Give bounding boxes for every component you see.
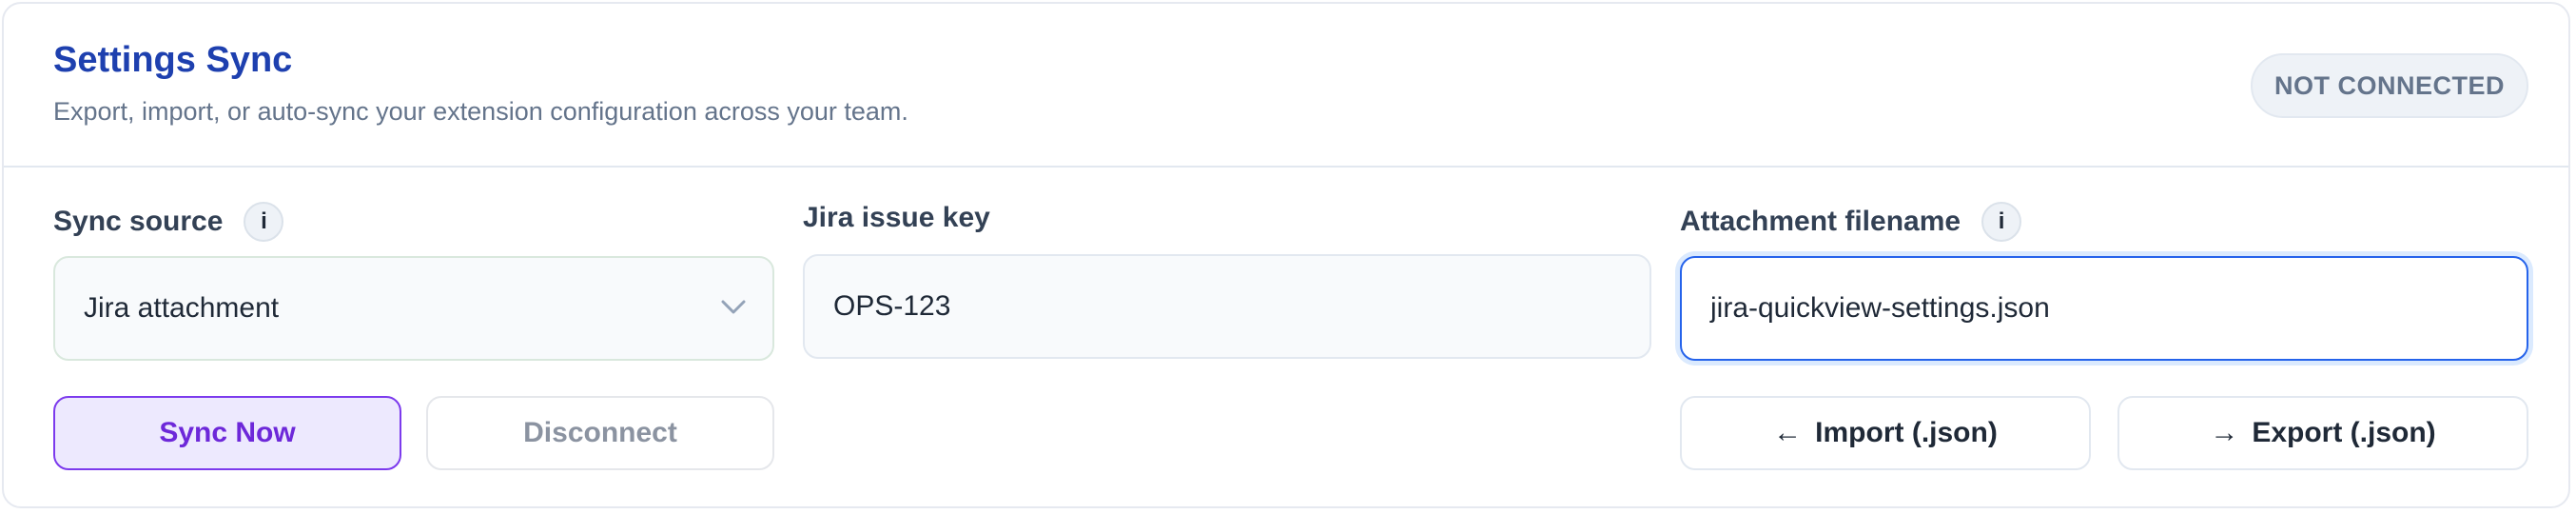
export-json-button[interactable]: → Export (.json) xyxy=(2117,396,2528,470)
sync-source-value: Jira attachment xyxy=(84,292,280,324)
sync-source-label: Sync source i xyxy=(53,202,284,242)
attachment-filename-input[interactable]: jira-quickview-settings.json xyxy=(1680,256,2528,361)
settings-sync-card: Settings Sync Export, import, or auto-sy… xyxy=(2,2,2570,508)
arrow-right-icon: → xyxy=(2210,417,2239,448)
info-icon[interactable]: i xyxy=(1981,202,2022,242)
attachment-label: Attachment filename i xyxy=(1680,202,2022,242)
issue-key-label: Jira issue key xyxy=(803,202,990,234)
attachment-filename-value: jira-quickview-settings.json xyxy=(1710,292,2050,324)
import-json-label: Import (.json) xyxy=(1815,417,1998,448)
sync-now-button[interactable]: Sync Now xyxy=(53,396,401,470)
export-json-label: Export (.json) xyxy=(2252,417,2436,448)
arrow-left-icon: ← xyxy=(1773,417,1803,448)
issue-key-value: OPS-123 xyxy=(833,290,951,322)
page-title: Settings Sync xyxy=(53,40,293,80)
attachment-label-text: Attachment filename xyxy=(1680,206,1961,237)
header-divider xyxy=(4,166,2568,168)
sync-source-select[interactable]: Jira attachment xyxy=(53,256,774,361)
import-json-button[interactable]: ← Import (.json) xyxy=(1680,396,2091,470)
sync-source-label-text: Sync source xyxy=(53,206,224,237)
disconnect-button[interactable]: Disconnect xyxy=(426,396,774,470)
issue-key-label-text: Jira issue key xyxy=(803,202,990,233)
chevron-down-icon xyxy=(721,300,746,314)
info-icon[interactable]: i xyxy=(244,202,284,242)
issue-key-input[interactable]: OPS-123 xyxy=(803,254,1651,359)
status-badge: NOT CONNECTED xyxy=(2251,53,2528,118)
page-subtitle: Export, import, or auto-sync your extens… xyxy=(53,97,908,126)
